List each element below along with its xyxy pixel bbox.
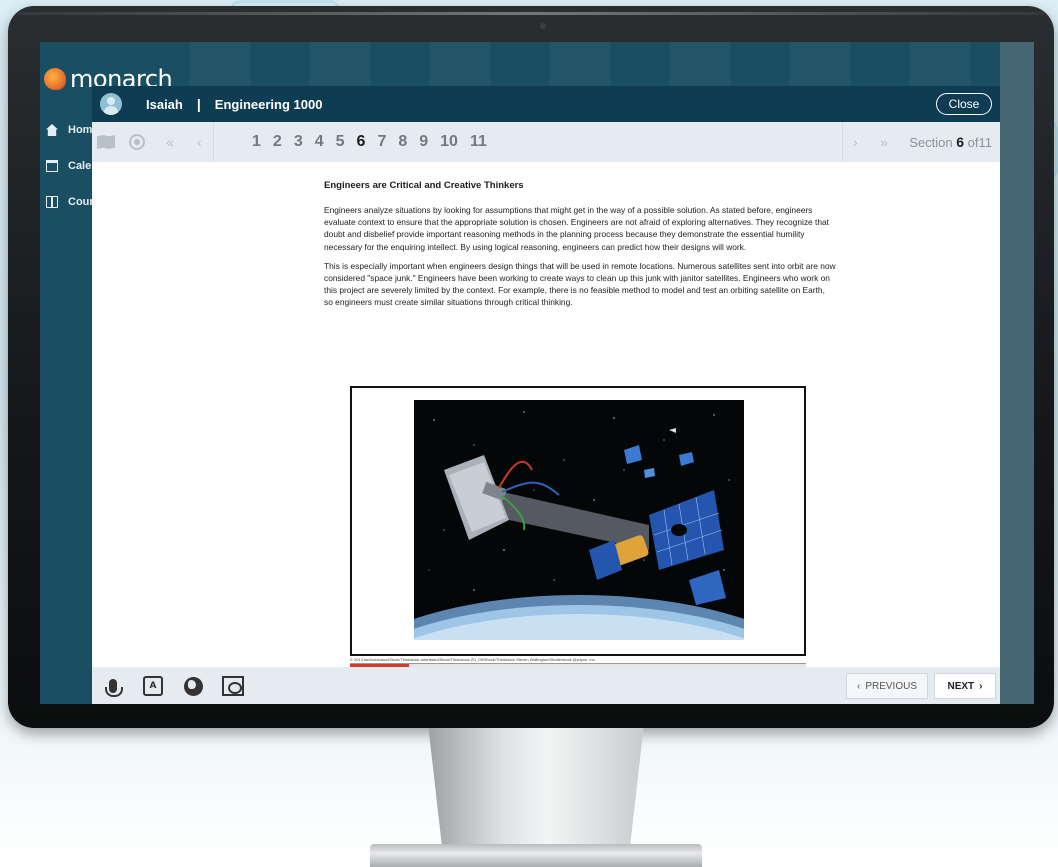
microphone-button[interactable] — [100, 673, 126, 699]
globe-icon — [183, 676, 203, 696]
close-button[interactable]: Close — [936, 93, 992, 115]
chevron-left-icon: ‹ — [856, 680, 861, 692]
sidebar-item-courses[interactable]: Cour — [40, 184, 100, 220]
section-link-6-current[interactable]: 6 — [351, 133, 372, 151]
section-link-11[interactable]: 11 — [464, 133, 493, 151]
monitor-bezel: monarch Hom Cale Cour Isaiah | Engineeri… — [8, 6, 1054, 728]
section-label: Section — [909, 135, 953, 150]
reader-header: Isaiah | Engineering 1000 Close — [92, 86, 1000, 122]
monitor-stand-neck — [428, 728, 644, 846]
bottom-toolbar: A ‹ PREVIOUS NEXT › — [92, 667, 1000, 704]
course-title: Engineering 1000 — [214, 96, 323, 112]
monitor-stand-base — [370, 844, 702, 867]
section-link-7[interactable]: 7 — [371, 133, 392, 151]
content-paragraph: Engineers analyze situations by looking … — [324, 205, 829, 252]
section-link-10[interactable]: 10 — [434, 133, 464, 151]
map-button[interactable] — [92, 122, 120, 162]
section-link-1[interactable]: 1 — [246, 133, 267, 151]
background-panel — [1000, 42, 1034, 704]
screen: monarch Hom Cale Cour Isaiah | Engineeri… — [40, 42, 1034, 704]
sidebar-item-label: Cour — [68, 196, 94, 208]
current-section: 6 — [956, 134, 965, 150]
first-section-button[interactable]: « — [158, 122, 182, 162]
section-indicator: Section 6 of11 — [909, 122, 992, 162]
section-link-5[interactable]: 5 — [330, 133, 351, 151]
previous-button[interactable]: ‹ PREVIOUS — [846, 673, 928, 699]
microphone-icon — [105, 679, 123, 697]
figure-credit: © 2013 tsn/bordeaux/iStock/Thinkstock ar… — [350, 655, 806, 664]
last-section-button[interactable]: » — [872, 122, 896, 162]
section-of-label: of — [967, 135, 979, 150]
sidebar-item-label: Hom — [68, 124, 93, 136]
translate-icon: A — [143, 676, 163, 696]
reader-modal: Isaiah | Engineering 1000 Close « ‹ 1 2 … — [92, 86, 1000, 704]
sidebar-item-calendar[interactable]: Cale — [40, 148, 100, 184]
user-name: Isaiah — [146, 96, 183, 112]
screen-reader-button[interactable] — [220, 673, 246, 699]
target-button[interactable] — [122, 122, 152, 162]
globe-button[interactable] — [180, 673, 206, 699]
home-icon — [46, 124, 58, 136]
camera-dot — [540, 23, 546, 29]
section-link-3[interactable]: 3 — [288, 133, 309, 151]
section-link-4[interactable]: 4 — [309, 133, 330, 151]
content-heading: Engineers are Critical and Creative Thin… — [324, 180, 524, 191]
side-nav: Hom Cale Cour — [40, 112, 100, 220]
map-icon — [97, 135, 115, 149]
sidebar-item-home[interactable]: Hom — [40, 112, 100, 148]
section-list: 1 2 3 4 5 6 7 8 9 10 11 — [246, 122, 493, 162]
translate-button[interactable]: A — [140, 673, 166, 699]
chevron-right-icon: › — [979, 680, 983, 692]
header-separator: | — [196, 96, 201, 112]
calendar-icon — [46, 160, 58, 172]
screen-reader-icon — [222, 676, 244, 696]
content-paragraph: This is especially important when engine… — [324, 260, 836, 308]
section-toolbar: « ‹ 1 2 3 4 5 6 7 8 9 10 11 › » Section … — [92, 122, 1000, 162]
reading-content: Engineers are Critical and Creative Thin… — [324, 180, 836, 316]
avatar[interactable] — [100, 93, 122, 115]
janitor-satellite-illustration — [414, 400, 744, 640]
section-link-8[interactable]: 8 — [392, 133, 413, 151]
figure-frame — [350, 386, 806, 656]
section-link-2[interactable]: 2 — [267, 133, 288, 151]
next-button[interactable]: NEXT › — [934, 673, 996, 699]
section-total: 11 — [978, 135, 993, 150]
sidebar-item-label: Cale — [68, 160, 92, 172]
butterfly-logo-icon — [44, 68, 66, 90]
prev-section-button[interactable]: ‹ — [186, 122, 214, 162]
next-section-button[interactable]: › — [842, 122, 868, 162]
target-icon — [129, 134, 145, 150]
section-link-9[interactable]: 9 — [413, 133, 434, 151]
previous-label: PREVIOUS — [865, 680, 918, 692]
course-icon — [46, 196, 58, 208]
next-label: NEXT — [947, 680, 975, 692]
